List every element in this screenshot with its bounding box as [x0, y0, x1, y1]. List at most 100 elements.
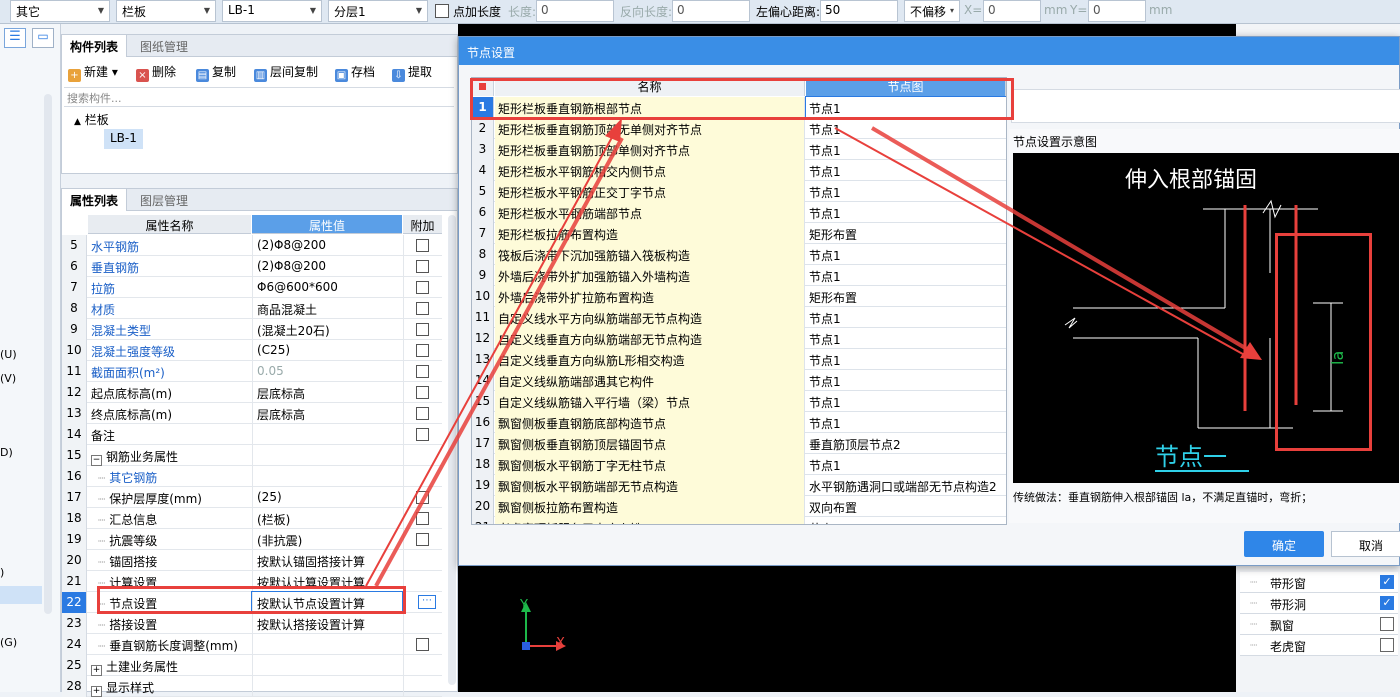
node-value[interactable]: 节点1 — [806, 391, 1006, 412]
node-value[interactable]: 节点1 — [806, 412, 1006, 433]
extra-checkbox[interactable] — [416, 260, 429, 273]
node-row[interactable]: 19 飘窗侧板水平钢筋端部无节点构造 水平钢筋遇洞口或端部无节点构造2 — [472, 475, 1006, 496]
node-value[interactable]: 节点1 — [806, 118, 1006, 139]
tab-layer-management[interactable]: 图层管理 — [132, 189, 196, 211]
node-value[interactable]: 节点1 — [806, 370, 1006, 391]
list-view-icon[interactable]: ☰ — [4, 28, 26, 48]
property-value[interactable] — [252, 445, 402, 466]
node-row[interactable]: 14 自定义线纵筋端部遇其它构件 节点1 — [472, 370, 1006, 391]
save-button[interactable]: ▣ 存档 — [335, 63, 375, 82]
extra-checkbox[interactable] — [416, 302, 429, 315]
point-length-checkbox[interactable] — [435, 4, 449, 18]
property-row[interactable]: 10 混凝土强度等级 (C25) — [62, 340, 442, 361]
property-row[interactable]: 6 垂直钢筋 (2)Φ8@200 — [62, 256, 442, 277]
more-options-icon[interactable]: ⋯ — [418, 595, 436, 609]
property-row[interactable]: 15− 钢筋业务属性 — [62, 445, 442, 466]
property-row[interactable]: 18 ┈ 汇总信息 (栏板) — [62, 508, 442, 529]
node-value[interactable]: 垂直筋顶层节点2 — [806, 433, 1006, 454]
y-input[interactable]: 0 — [1088, 0, 1146, 22]
length-input[interactable]: 0 — [536, 0, 614, 22]
layer-checkbox[interactable] — [1380, 638, 1394, 652]
extra-checkbox[interactable] — [416, 386, 429, 399]
property-row[interactable]: 23 ┈ 搭接设置 按默认搭接设置计算 — [62, 613, 442, 634]
property-row[interactable]: 11 截面面积(m²) 0.05 — [62, 361, 442, 382]
property-value[interactable]: 按默认锚固搭接计算 — [252, 550, 402, 571]
extra-checkbox[interactable] — [416, 491, 429, 504]
tab-property-list[interactable]: 属性列表 — [62, 189, 128, 211]
layer-checkbox[interactable]: ✓ — [1380, 575, 1394, 589]
node-value[interactable]: 节点1 — [806, 244, 1006, 265]
new-button[interactable]: + 新建 ▾ — [68, 63, 118, 82]
property-value[interactable]: (栏板) — [252, 508, 402, 529]
layer-checkbox[interactable]: ✓ — [1380, 596, 1394, 610]
property-value[interactable]: 层底标高 — [252, 403, 402, 424]
property-row[interactable]: 28 + 显示样式 — [62, 676, 442, 697]
tree-root[interactable]: ▲ 栏板 — [74, 111, 109, 128]
category-combo[interactable]: 其它 ▼ — [10, 0, 110, 22]
property-row[interactable]: 20 ┈ 锚固搭接 按默认锚固搭接计算 — [62, 550, 442, 571]
component-search-input[interactable]: 搜索构件... — [64, 87, 454, 107]
extra-checkbox[interactable] — [416, 428, 429, 441]
property-value[interactable] — [252, 655, 402, 676]
node-value[interactable]: 节点1 — [806, 160, 1006, 181]
property-value[interactable]: (25) — [252, 487, 402, 508]
node-value[interactable]: 节点1 — [806, 139, 1006, 160]
property-row[interactable]: 12 起点底标高(m) 层底标高 — [62, 382, 442, 403]
node-row[interactable]: 3 矩形栏板垂直钢筋顶部单侧对齐节点 节点1 — [472, 139, 1006, 160]
extra-checkbox[interactable] — [416, 533, 429, 546]
extra-checkbox[interactable] — [416, 281, 429, 294]
node-row[interactable]: 16 飘窗侧板垂直钢筋底部构造节点 节点1 — [472, 412, 1006, 433]
offset-mode-combo[interactable]: 不偏移 ▾ — [904, 0, 960, 22]
node-row[interactable]: 17 飘窗侧板垂直钢筋顶层锚固节点 垂直筋顶层节点2 — [472, 433, 1006, 454]
node-row[interactable]: 6 矩形栏板水平钢筋端部节点 节点1 — [472, 202, 1006, 223]
extra-checkbox[interactable] — [416, 365, 429, 378]
tab-component-list[interactable]: 构件列表 — [62, 35, 128, 57]
layer-copy-button[interactable]: ▥ 层间复制 — [254, 63, 318, 82]
strip-selected-item[interactable] — [0, 586, 42, 604]
property-value[interactable]: 按默认搭接设置计算 — [252, 613, 402, 634]
delete-button[interactable]: × 删除 — [136, 63, 176, 82]
node-value[interactable]: 节点1 — [806, 265, 1006, 286]
property-value[interactable]: 层底标高 — [252, 382, 402, 403]
node-value[interactable]: 节点1 — [806, 349, 1006, 370]
node-row[interactable]: 2 矩形栏板垂直钢筋顶部无单侧对齐节点 节点1 — [472, 118, 1006, 139]
expand-toggle-icon[interactable]: − — [91, 455, 102, 466]
property-row[interactable]: 24 ┈ 垂直钢筋长度调整(mm) — [62, 634, 442, 655]
layer-row[interactable]: ┈ 带形洞 ✓ — [1240, 593, 1398, 614]
node-row[interactable]: 18 飘窗侧板水平钢筋丁字无柱节点 节点1 — [472, 454, 1006, 475]
property-value[interactable] — [252, 466, 402, 487]
extra-checkbox[interactable] — [416, 638, 429, 651]
extract-button[interactable]: ⇩ 提取 — [392, 63, 432, 82]
node-value[interactable]: 节点1 — [806, 307, 1006, 328]
property-row[interactable]: 17 ┈ 保护层厚度(mm) (25) — [62, 487, 442, 508]
node-row[interactable]: 11 自定义线水平方向纵筋端部无节点构造 节点1 — [472, 307, 1006, 328]
node-row[interactable]: 21老虎窗顶板服务于支座上铁节点1 — [472, 517, 1006, 524]
property-value[interactable]: Φ6@600*600 — [252, 277, 402, 298]
property-value[interactable] — [252, 424, 402, 445]
node-row[interactable]: 20 飘窗侧板拉筋布置构造 双向布置 — [472, 496, 1006, 517]
left-scrollbar[interactable] — [44, 94, 52, 614]
node-value[interactable]: 节点1 — [806, 454, 1006, 475]
property-row[interactable]: 16 ┈ 其它钢筋 — [62, 466, 442, 487]
property-row[interactable]: 9 混凝土类型 (混凝土20石) — [62, 319, 442, 340]
property-row[interactable]: 7 拉筋 Φ6@600*600 — [62, 277, 442, 298]
extra-checkbox[interactable] — [416, 323, 429, 336]
node-row[interactable]: 9 外墙后浇带外扩加强筋锚入外墙构造 节点1 — [472, 265, 1006, 286]
layer-row[interactable]: ┈ 飘窗 — [1240, 614, 1398, 635]
node-value[interactable]: 矩形布置 — [806, 223, 1006, 244]
extra-checkbox[interactable] — [416, 344, 429, 357]
property-value[interactable]: 0.05 — [252, 361, 402, 382]
property-value[interactable]: (混凝土20石) — [252, 319, 402, 340]
property-value[interactable] — [252, 676, 402, 697]
node-row[interactable]: 15 自定义线纵筋锚入平行墙（梁）节点 节点1 — [472, 391, 1006, 412]
node-row[interactable]: 8 筏板后浇带下沉加强筋锚入筏板构造 节点1 — [472, 244, 1006, 265]
property-row[interactable]: 13 终点底标高(m) 层底标高 — [62, 403, 442, 424]
node-value[interactable]: 矩形布置 — [806, 286, 1006, 307]
node-row[interactable]: 10 外墙后浇带外扩拉筋布置构造 矩形布置 — [472, 286, 1006, 307]
expand-toggle-icon[interactable]: + — [91, 665, 102, 676]
left-offset-input[interactable]: 50 — [820, 0, 898, 22]
node-row[interactable]: 5 矩形栏板水平钢筋正交丁字节点 节点1 — [472, 181, 1006, 202]
cancel-button[interactable]: 取消 — [1331, 531, 1400, 557]
property-row[interactable]: 8 材质 商品混凝土 — [62, 298, 442, 319]
type-combo[interactable]: 栏板 ▼ — [116, 0, 216, 22]
